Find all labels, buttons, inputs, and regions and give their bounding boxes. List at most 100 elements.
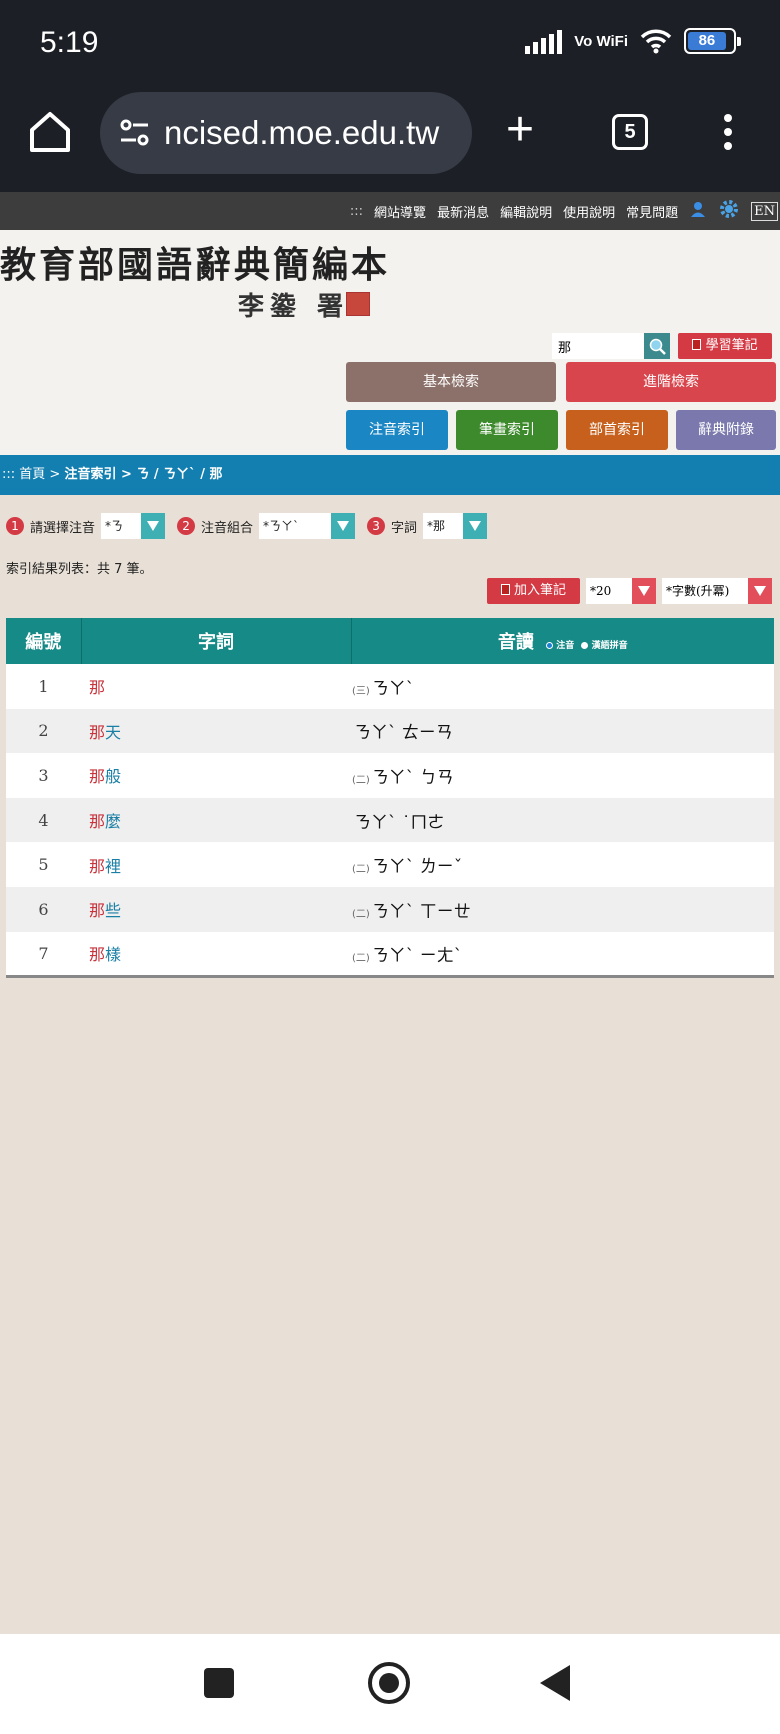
row-word[interactable]: 那般 [81, 753, 351, 798]
table-row[interactable]: 3 那般 (二) ㄋㄚˋ ㄅㄢ [6, 753, 774, 798]
chevron-down-icon[interactable] [748, 578, 772, 604]
word-head-char[interactable]: 那 [89, 812, 105, 831]
step-3-badge: 3 [367, 517, 386, 535]
col-word: 字詞 [81, 618, 352, 664]
radical-index-button[interactable]: 部首索引 [566, 410, 668, 450]
breadcrumb-home[interactable]: ::: 首頁 > [2, 467, 64, 482]
tab-switcher-button[interactable]: 5 [612, 114, 648, 150]
table-row[interactable]: 2 那天 ㄋㄚˋ ㄊㄧㄢ [6, 708, 774, 754]
word-head-char[interactable]: 那 [89, 678, 105, 697]
search-input[interactable] [552, 333, 644, 359]
nav-editorial[interactable]: 編輯說明 [500, 202, 552, 221]
pronunciation-toggle[interactable]: 注音 漢語拼音 [546, 641, 628, 651]
page-size-value: *20 [590, 584, 612, 598]
pinyin-radio[interactable] [581, 642, 589, 649]
table-row[interactable]: 6 那些 (二) ㄋㄚˋ ㄒㄧㄝ [6, 886, 774, 932]
results-table: 編號 字詞 音讀 注音 漢語拼音 1 那 (三) ㄋㄚˋ 2 那天 ㄋㄚˋ ㄊㄧㄢ 3 那般 (二… [6, 618, 774, 978]
row-word[interactable]: 那樣 [81, 932, 351, 977]
url-text[interactable]: ncised.moe.edu.tw [164, 114, 456, 152]
search-button[interactable] [644, 333, 670, 359]
appendix-button[interactable]: 辭典附錄 [676, 410, 776, 450]
sort-value: *字數(升冪) [666, 584, 730, 598]
zhuyin-text: ㄋㄚˋ ㄅㄢ [371, 767, 454, 788]
basic-search-button[interactable]: 基本檢索 [346, 362, 556, 402]
table-row[interactable]: 5 那裡 (二) ㄋㄚˋ ㄌㄧˇ [6, 842, 774, 887]
book-icon [692, 339, 702, 350]
sort-select[interactable]: *字數(升冪) [662, 578, 772, 604]
settings-gear-icon[interactable] [718, 198, 740, 224]
row-number: 7 [38, 943, 49, 963]
user-icon[interactable] [689, 200, 707, 222]
address-bar[interactable]: ncised.moe.edu.tw [100, 92, 472, 174]
chevron-down-icon[interactable] [632, 578, 656, 604]
step-2-label: 注音組合 [201, 520, 254, 536]
word-head-char[interactable]: 那 [89, 857, 105, 876]
word-select[interactable]: *那 [423, 513, 488, 539]
word-head-char[interactable]: 那 [89, 901, 105, 920]
word-tail-char[interactable]: 天 [105, 723, 121, 742]
chevron-down-icon[interactable] [463, 513, 488, 539]
row-word[interactable]: 那裡 [81, 842, 351, 887]
word-tail-char[interactable]: 樣 [105, 945, 121, 964]
word-select-value: *那 [427, 519, 446, 533]
zhuyin-radio-label[interactable]: 注音 [556, 641, 574, 651]
page-size-select[interactable]: *20 [586, 578, 656, 604]
zhuyin-select[interactable]: *ㄋ [101, 513, 166, 539]
nav-sitemap[interactable]: 網站導覽 [374, 202, 426, 221]
more-menu-icon[interactable] [722, 114, 734, 156]
site-settings-icon[interactable] [118, 116, 152, 150]
word-tail-char[interactable]: 般 [105, 767, 121, 786]
new-tab-icon[interactable]: + [506, 106, 534, 154]
row-word[interactable]: 那天 [81, 709, 351, 754]
zhuyin-radio[interactable] [546, 642, 554, 649]
breadcrumb-current[interactable]: 注音索引 > ㄋ / ㄋㄚˋ / 那 [64, 467, 222, 482]
nav-usage[interactable]: 使用說明 [563, 202, 615, 221]
advanced-search-button[interactable]: 進階檢索 [566, 362, 776, 402]
site-top-nav: ::: 網站導覽 最新消息 編輯說明 使用說明 常見問題 EN [0, 192, 780, 230]
back-icon[interactable] [540, 1665, 570, 1701]
home-circle-icon[interactable] [368, 1662, 410, 1704]
study-notes-label: 學習筆記 [705, 338, 758, 353]
zhuyin-text: ㄋㄚˋ ˙ㄇㄜ [354, 812, 445, 833]
stroke-index-button[interactable]: 筆畫索引 [456, 410, 558, 450]
add-notes-button[interactable]: 加入筆記 [486, 578, 580, 604]
language-en-button[interactable]: EN [751, 201, 778, 221]
search-icon [649, 338, 666, 355]
row-word[interactable]: 那些 [81, 887, 351, 932]
word-tail-char[interactable]: 麼 [105, 812, 121, 831]
status-time: 5:19 [40, 26, 99, 59]
row-pronunciation: (二) ㄋㄚˋ ㄒㄧㄝ [351, 887, 774, 932]
reading-index: (二) [352, 774, 370, 786]
result-tools: 加入筆記 *20 *字數(升冪) [486, 578, 772, 604]
table-row[interactable]: 4 那麼 ㄋㄚˋ ˙ㄇㄜ [6, 797, 774, 843]
site-logo-title[interactable]: 教育部國語辭典簡編本 [0, 236, 390, 288]
word-head-char[interactable]: 那 [89, 945, 105, 964]
step-1-label: 請選擇注音 [30, 520, 96, 536]
nav-faq[interactable]: 常見問題 [626, 202, 678, 221]
word-head-char[interactable]: 那 [89, 723, 105, 742]
home-icon[interactable] [26, 108, 74, 156]
pinyin-radio-label[interactable]: 漢語拼音 [592, 641, 628, 651]
reading-index: (二) [352, 952, 370, 964]
table-row[interactable]: 7 那樣 (二) ㄋㄚˋ ㄧㄤˋ [6, 932, 774, 977]
row-word[interactable]: 那麼 [81, 798, 351, 843]
word-tail-char[interactable]: 裡 [105, 857, 121, 876]
word-head-char[interactable]: 那 [89, 767, 105, 786]
row-word[interactable]: 那 [81, 664, 351, 709]
system-navigation-bar [0, 1634, 780, 1734]
chevron-down-icon[interactable] [141, 513, 166, 539]
step-1-badge: 1 [6, 517, 24, 535]
word-tail-char[interactable]: 些 [105, 901, 121, 920]
study-notes-button[interactable]: 學習筆記 [678, 333, 772, 359]
nav-news[interactable]: 最新消息 [437, 202, 489, 221]
row-number: 3 [38, 765, 49, 785]
col-pronunciation-label: 音讀 [497, 632, 534, 653]
recent-apps-icon[interactable] [204, 1668, 234, 1698]
zhuyin-combo-select[interactable]: *ㄋㄚˋ [259, 513, 356, 539]
wifi-icon [640, 29, 672, 54]
table-row[interactable]: 1 那 (三) ㄋㄚˋ [6, 664, 774, 709]
row-number: 4 [38, 810, 49, 830]
chevron-down-icon[interactable] [331, 513, 356, 539]
battery-level: 86 [688, 32, 726, 50]
zhuyin-index-button[interactable]: 注音索引 [346, 410, 448, 450]
